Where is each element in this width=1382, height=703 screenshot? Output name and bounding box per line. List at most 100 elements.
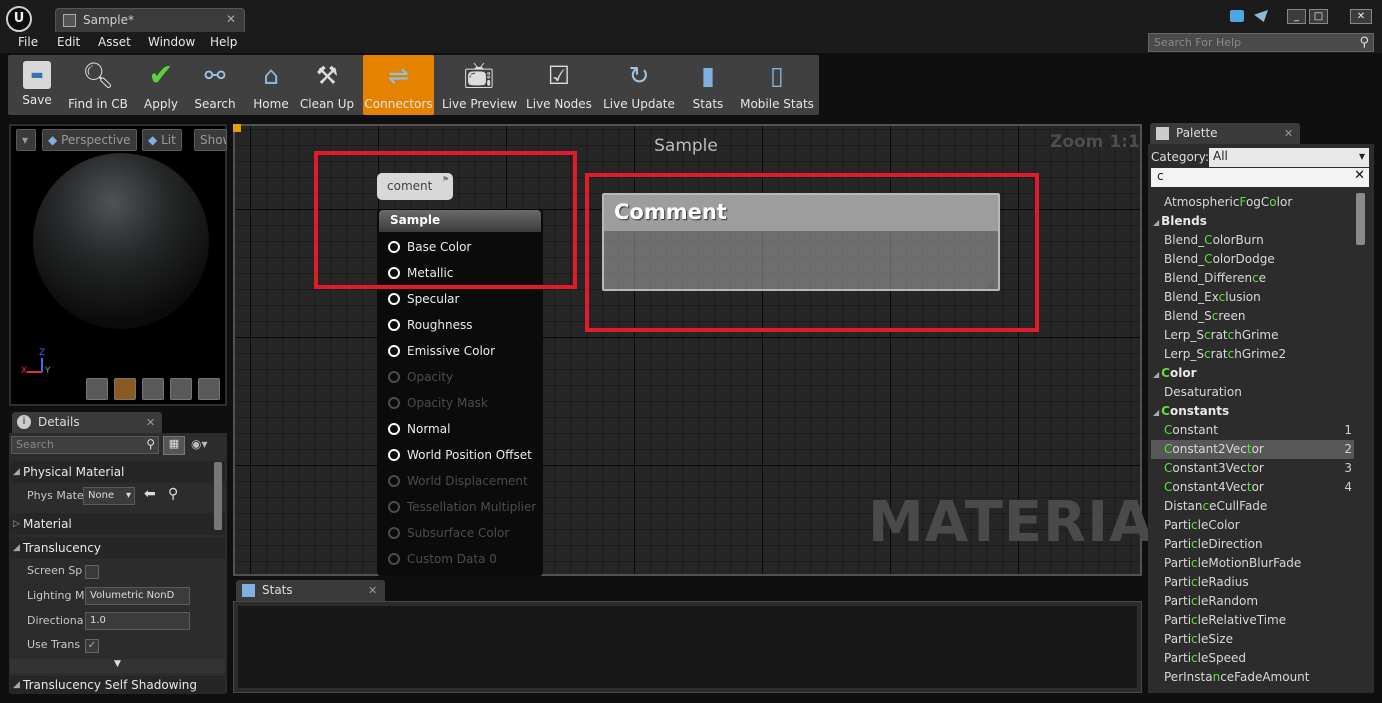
palette-item[interactable]: PerInstanceFadeAmount [1151, 668, 1354, 687]
pin-connector-icon[interactable] [388, 397, 400, 409]
find-in-cb-button[interactable]: 🔍︎ Find in CB [66, 55, 130, 115]
node-pin[interactable]: Roughness [388, 318, 472, 332]
directional-value-field[interactable]: 1.0 [85, 612, 190, 630]
help-search-input[interactable]: Search For Help ⚲ [1148, 33, 1374, 52]
cube-preview-icon[interactable] [170, 378, 192, 400]
unreal-logo-icon[interactable]: U [6, 6, 32, 32]
lit-button[interactable]: ◆ Lit [142, 129, 182, 151]
node-pin[interactable]: Specular [388, 292, 459, 306]
pin-connector-icon[interactable] [388, 319, 400, 331]
palette-item[interactable]: Lerp_ScratchGrime2 [1151, 345, 1354, 364]
cylinder-preview-icon[interactable] [86, 378, 108, 400]
stats-tab[interactable]: Stats ✕ [236, 580, 385, 601]
palette-item[interactable]: DistanceCullFade [1151, 497, 1354, 516]
category-combo[interactable]: All ▾ [1209, 148, 1369, 167]
preview-viewport[interactable]: ▾ ◆ Perspective ◆ Lit Show Z X Y [9, 124, 227, 406]
palette-item[interactable]: ParticleDirection [1151, 535, 1354, 554]
use-selected-arrow-icon[interactable]: ⬅ [144, 486, 156, 502]
perspective-button[interactable]: ◆ Perspective [42, 129, 137, 151]
palette-item[interactable]: Constant4Vector 4 [1151, 478, 1354, 497]
menu-window[interactable]: Window [148, 35, 195, 49]
phys-mat-combo[interactable]: None ▾ [83, 487, 135, 505]
palette-tab[interactable]: Palette ✕ [1150, 123, 1300, 144]
feedback-icon[interactable] [1230, 10, 1244, 22]
live-update-button[interactable]: ↻ Live Update [602, 55, 676, 115]
document-tab[interactable]: Sample* ✕ [55, 8, 245, 32]
node-pin[interactable]: Emissive Color [388, 344, 495, 358]
pin-connector-icon[interactable] [388, 527, 400, 539]
pin-connector-icon[interactable] [388, 345, 400, 357]
palette-search-input[interactable]: c ✕ [1151, 168, 1369, 187]
details-search-input[interactable]: Search ⚲ [11, 436, 159, 454]
clear-search-icon[interactable]: ✕ [1354, 168, 1365, 183]
maximize-button[interactable]: □ [1309, 9, 1328, 24]
advanced-expand-icon[interactable]: ▼ [10, 659, 225, 673]
palette-item[interactable]: Blend_Screen [1151, 307, 1354, 326]
apply-button[interactable]: ✔ Apply [134, 55, 188, 115]
palette-category[interactable]: ◢ Constants [1151, 402, 1354, 421]
live-preview-button[interactable]: 📺︎ Live Preview [442, 55, 517, 115]
pin-connector-icon[interactable] [388, 475, 400, 487]
node-pin[interactable]: World Displacement [388, 474, 528, 488]
palette-item[interactable]: Blend_ColorBurn [1151, 231, 1354, 250]
viewport-options-button[interactable]: ▾ [16, 129, 36, 151]
lighting-mode-combo[interactable]: Volumetric NonD [85, 587, 190, 605]
palette-item[interactable]: Desaturation [1151, 383, 1354, 402]
section-material[interactable]: ▷ Material [10, 513, 225, 535]
pin-connector-icon[interactable] [388, 423, 400, 435]
menu-edit[interactable]: Edit [57, 35, 80, 49]
palette-item[interactable]: Blend_ColorDodge [1151, 250, 1354, 269]
palette-scrollbar[interactable] [1356, 193, 1365, 245]
pin-connector-icon[interactable] [388, 553, 400, 565]
palette-item[interactable]: Constant 1 [1151, 421, 1354, 440]
node-pin[interactable]: Opacity Mask [388, 396, 488, 410]
palette-item[interactable]: ParticleRandom [1151, 592, 1354, 611]
show-button[interactable]: Show [194, 129, 227, 151]
palette-item[interactable]: Blend_Difference [1151, 269, 1354, 288]
connectors-button[interactable]: ⇌ Connectors [363, 55, 434, 115]
palette-item[interactable]: ParticleSize [1151, 630, 1354, 649]
palette-item[interactable]: ParticleColor [1151, 516, 1354, 535]
node-pin[interactable]: World Position Offset [388, 448, 532, 462]
palette-item[interactable]: Blend_Exclusion [1151, 288, 1354, 307]
search-button[interactable]: ⚯ Search [190, 55, 240, 115]
pin-connector-icon[interactable] [388, 293, 400, 305]
save-button[interactable]: ▬ Save [10, 55, 64, 115]
section-self-shadowing[interactable]: ◢ Translucency Self Shadowing [10, 676, 225, 694]
palette-item[interactable]: ParticleSpeed [1151, 649, 1354, 668]
node-pin[interactable]: Tessellation Multiplier [388, 500, 536, 514]
palette-item[interactable]: Constant2Vector 2 [1151, 440, 1354, 459]
palette-list[interactable]: AtmosphericFogColor ◢ Blends Blend_ColorBur… [1151, 188, 1354, 688]
pin-connector-icon[interactable] [388, 371, 400, 383]
section-physical-material[interactable]: ◢ Physical Material [10, 461, 225, 483]
screen-space-checkbox[interactable] [85, 565, 99, 579]
palette-item[interactable]: ParticleMotionBlurFade [1151, 554, 1354, 573]
node-pin[interactable]: Opacity [388, 370, 453, 384]
palette-category[interactable]: ◢ Blends [1151, 212, 1354, 231]
menu-help[interactable]: Help [210, 35, 237, 49]
teapot-preview-icon[interactable] [198, 378, 220, 400]
node-pin[interactable]: Custom Data 0 [388, 552, 497, 566]
section-translucency[interactable]: ◢ Translucency [10, 537, 225, 559]
live-nodes-button[interactable]: ☑ Live Nodes [524, 55, 594, 115]
property-matrix-icon[interactable]: ▦ [163, 436, 185, 455]
home-button[interactable]: ⌂ Home [246, 55, 296, 115]
palette-item[interactable]: ParticleRadius [1151, 573, 1354, 592]
plane-preview-icon[interactable] [142, 378, 164, 400]
mobile-stats-button[interactable]: ▯ Mobile Stats [738, 55, 816, 115]
node-pin[interactable]: Normal [388, 422, 450, 436]
palette-item[interactable]: Constant3Vector 3 [1151, 459, 1354, 478]
eye-visibility-icon[interactable]: ◉▾ [191, 437, 208, 451]
close-window-button[interactable]: ✕ [1350, 9, 1372, 24]
sphere-preview-icon[interactable] [114, 378, 136, 400]
close-stats-icon[interactable]: ✕ [368, 584, 377, 597]
pin-connector-icon[interactable] [388, 501, 400, 513]
node-pin[interactable]: Subsurface Color [388, 526, 509, 540]
palette-item[interactable]: Lerp_ScratchGrime [1151, 326, 1354, 345]
minimize-button[interactable]: _ [1287, 9, 1306, 24]
details-scrollbar[interactable] [214, 462, 222, 530]
close-tab-icon[interactable]: ✕ [226, 12, 236, 26]
search-icon[interactable]: ⚲ [1359, 35, 1369, 50]
palette-item[interactable]: ParticleRelativeTime [1151, 611, 1354, 630]
stats-button[interactable]: ▮ Stats [684, 55, 732, 115]
